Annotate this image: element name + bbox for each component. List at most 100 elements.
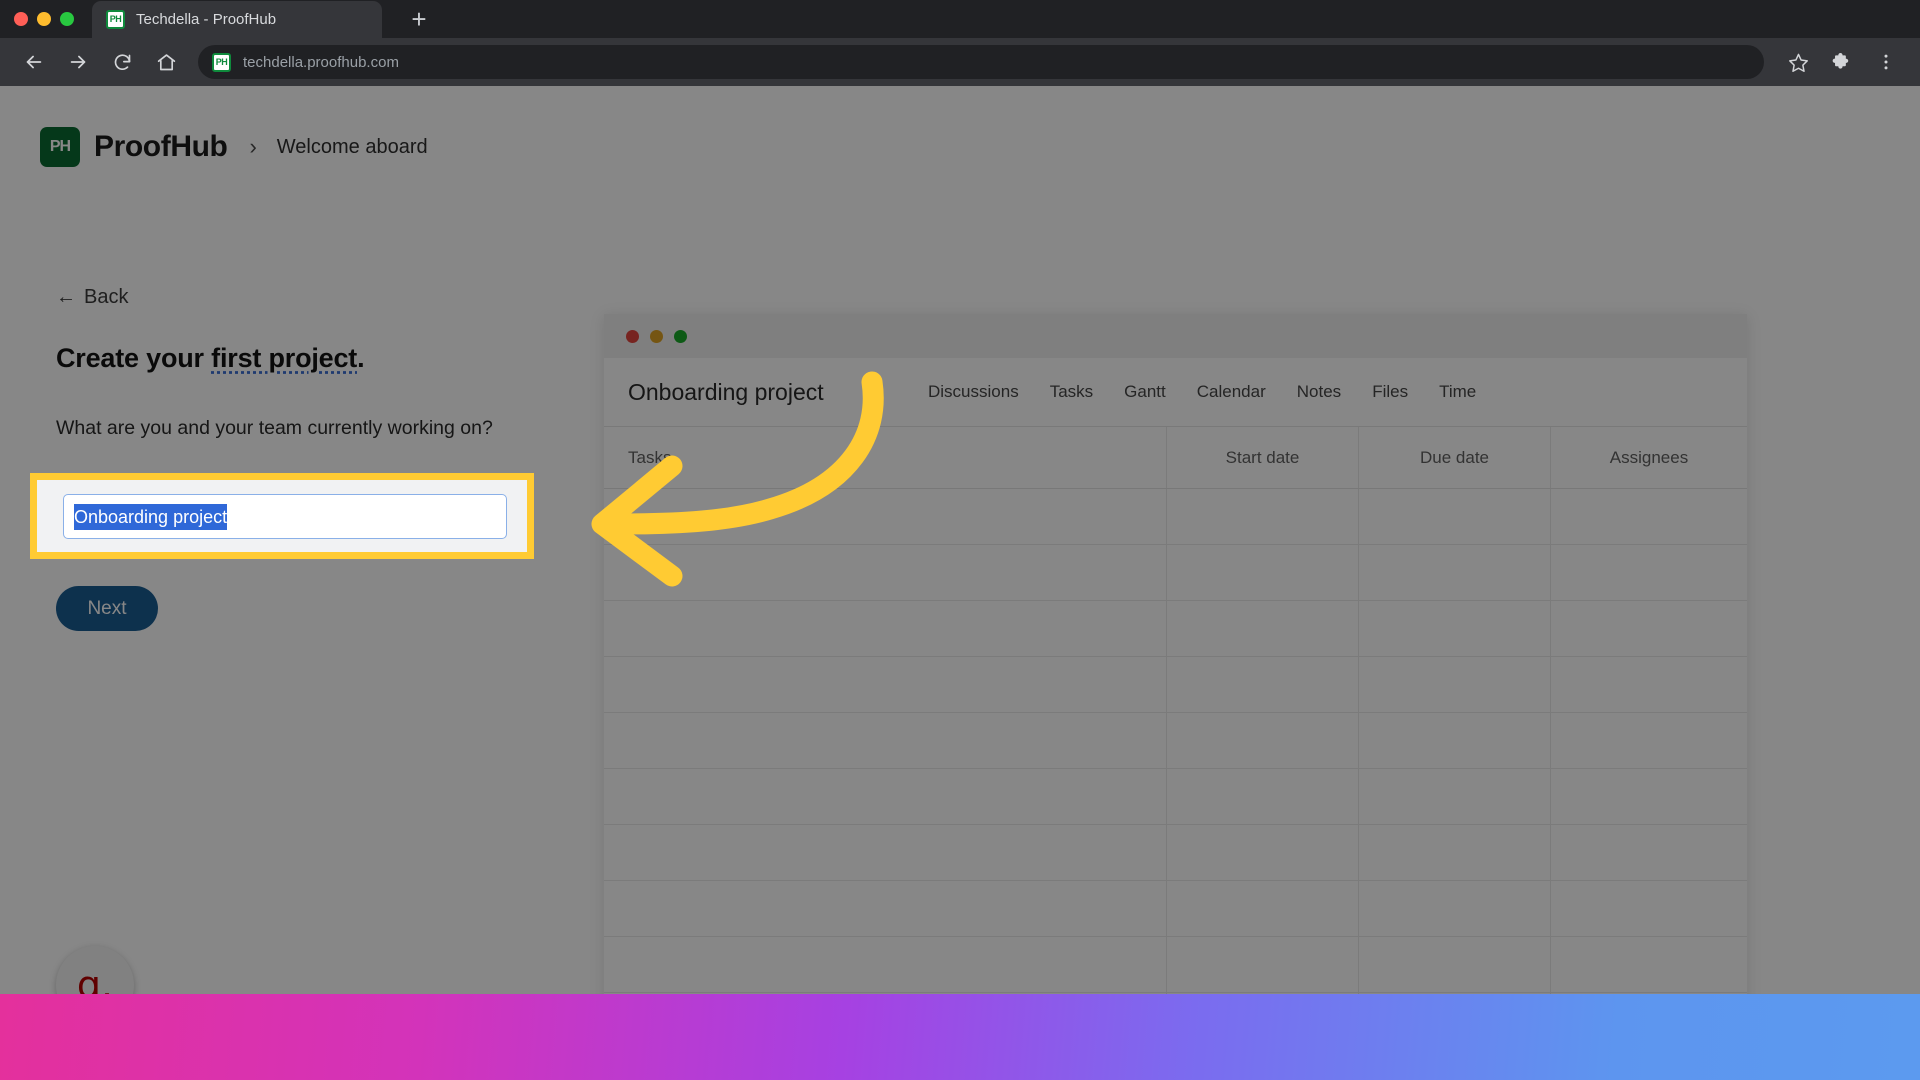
back-link-label: Back	[84, 286, 129, 308]
tab-time[interactable]: Time	[1439, 382, 1476, 402]
table-cell	[1359, 713, 1551, 768]
tab-tasks[interactable]: Tasks	[1050, 382, 1093, 402]
table-cell	[1551, 713, 1747, 768]
table-row[interactable]	[604, 489, 1747, 545]
table-cell	[604, 769, 1167, 824]
table-cell	[1359, 769, 1551, 824]
tab-discussions[interactable]: Discussions	[928, 382, 1019, 402]
app-header: PH ProofHub › Welcome aboard	[0, 86, 1920, 178]
table-cell	[1359, 657, 1551, 712]
table-cell	[1167, 489, 1359, 544]
table-row[interactable]	[604, 769, 1747, 825]
table-cell	[1359, 881, 1551, 936]
tab-notes[interactable]: Notes	[1297, 382, 1341, 402]
table-cell	[1551, 601, 1747, 656]
table-cell	[604, 601, 1167, 656]
tab-calendar[interactable]: Calendar	[1197, 382, 1266, 402]
window-minimize-button[interactable]	[37, 12, 51, 26]
table-cell	[1167, 713, 1359, 768]
home-icon[interactable]	[146, 42, 186, 82]
page-title-spellcheck-phrase: first project	[211, 343, 358, 373]
table-cell	[604, 545, 1167, 600]
table-row[interactable]	[604, 713, 1747, 769]
table-cell	[1167, 881, 1359, 936]
table-cell	[1551, 489, 1747, 544]
preview-tasks-table: Tasks Start date Due date Assignees	[604, 427, 1747, 1080]
table-cell	[604, 489, 1167, 544]
table-cell	[1167, 825, 1359, 880]
window-traffic-lights	[14, 0, 92, 38]
project-preview-card: Onboarding project Discussions Tasks Gan…	[604, 314, 1747, 1080]
next-button[interactable]: Next	[56, 586, 158, 631]
table-cell	[1551, 937, 1747, 992]
browser-tab[interactable]: PH Techdella - ProofHub	[92, 1, 382, 38]
table-row[interactable]	[604, 881, 1747, 937]
table-cell	[1359, 601, 1551, 656]
tab-files[interactable]: Files	[1372, 382, 1408, 402]
breadcrumb-current-page: Welcome aboard	[276, 135, 428, 158]
back-link[interactable]: ← Back	[56, 286, 576, 309]
column-header-due-date: Due date	[1359, 427, 1551, 488]
puzzle-icon[interactable]	[1822, 42, 1862, 82]
preview-tabs: Discussions Tasks Gantt Calendar Notes F…	[928, 382, 1476, 402]
browser-tab-title: Techdella - ProofHub	[136, 11, 277, 28]
table-cell	[1167, 937, 1359, 992]
site-favicon-icon: PH	[212, 52, 231, 72]
column-header-start-date: Start date	[1167, 427, 1359, 488]
browser-toolbar: PH techdella.proofhub.com	[0, 38, 1920, 86]
table-cell	[1167, 769, 1359, 824]
three-dots-menu-icon[interactable]	[1866, 42, 1906, 82]
table-cell	[1359, 825, 1551, 880]
table-row[interactable]	[604, 825, 1747, 881]
new-tab-button[interactable]: +	[400, 0, 438, 38]
table-cell	[1551, 769, 1747, 824]
page-title: Create your first project.	[56, 343, 576, 374]
table-cell	[1551, 881, 1747, 936]
table-cell	[604, 657, 1167, 712]
star-icon[interactable]	[1778, 42, 1818, 82]
table-row[interactable]	[604, 545, 1747, 601]
forward-navigation-icon[interactable]	[58, 42, 98, 82]
page-title-suffix: .	[357, 343, 365, 373]
table-cell	[1359, 545, 1551, 600]
proofhub-logo[interactable]: PH ProofHub	[40, 127, 228, 167]
table-row[interactable]	[604, 657, 1747, 713]
tab-gantt[interactable]: Gantt	[1124, 382, 1166, 402]
window-maximize-button[interactable]	[60, 12, 74, 26]
table-cell	[1167, 601, 1359, 656]
project-name-input[interactable]: Onboarding project	[63, 494, 507, 539]
column-header-assignees: Assignees	[1609, 447, 1689, 467]
tab-strip: PH Techdella - ProofHub +	[0, 0, 1920, 38]
reload-icon[interactable]	[102, 42, 142, 82]
back-navigation-icon[interactable]	[14, 42, 54, 82]
table-body	[604, 489, 1747, 1080]
page-content: PH ProofHub › Welcome aboard ← Back Crea…	[0, 86, 1920, 1080]
proofhub-logo-text: ProofHub	[94, 130, 228, 163]
table-cell	[1551, 545, 1747, 600]
create-project-pane: ← Back Create your first project. What a…	[56, 286, 576, 442]
toolbar-actions	[1778, 42, 1906, 82]
proofhub-logo-mark: PH	[40, 127, 80, 167]
preview-minimize-dot-icon	[650, 329, 663, 343]
preview-navbar: Onboarding project Discussions Tasks Gan…	[604, 358, 1747, 427]
table-row[interactable]	[604, 601, 1747, 657]
address-bar-url: techdella.proofhub.com	[243, 53, 399, 71]
breadcrumb-separator-icon: ›	[249, 134, 257, 159]
address-bar[interactable]: PH techdella.proofhub.com	[198, 45, 1764, 79]
back-arrow-icon: ←	[56, 286, 76, 308]
table-cell	[1551, 825, 1747, 880]
browser-chrome: PH Techdella - ProofHub + PH techdella.p…	[0, 0, 1920, 86]
column-header-tasks: Tasks	[604, 427, 1167, 488]
prompt-label: What are you and your team currently wor…	[56, 417, 493, 439]
table-cell	[1167, 657, 1359, 712]
table-row[interactable]	[604, 937, 1747, 993]
table-cell	[604, 825, 1167, 880]
bottom-gradient-band	[0, 994, 1920, 1080]
preview-maximize-dot-icon	[674, 329, 687, 343]
preview-close-dot-icon	[626, 329, 639, 343]
table-cell	[1359, 489, 1551, 544]
breadcrumb: › Welcome aboard	[249, 134, 427, 160]
preview-project-title: Onboarding project	[628, 378, 824, 405]
window-close-button[interactable]	[14, 12, 28, 26]
preview-window-titlebar	[604, 314, 1747, 358]
